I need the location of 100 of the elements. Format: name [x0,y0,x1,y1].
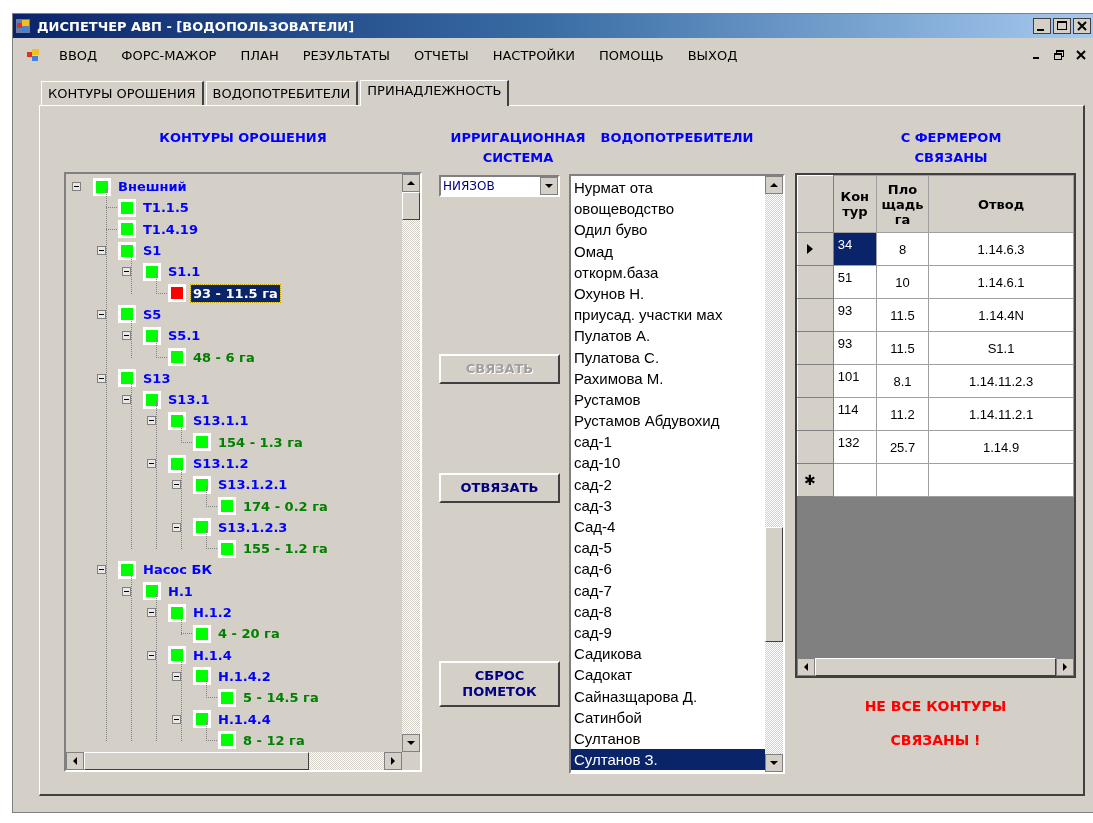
list-item[interactable]: Сатинбой [571,706,765,728]
tree-item[interactable]: S1.1 [166,263,203,281]
list-item[interactable]: сад-2 [571,473,765,495]
column-header[interactable]: Кон тур [833,175,877,233]
contour-tree[interactable] [64,172,422,772]
menu-item[interactable]: ОТЧЕТЫ [401,47,481,63]
scroll-thumb[interactable] [765,527,783,642]
scroll-up-icon[interactable] [402,174,420,192]
column-header[interactable]: Пло щадь га [876,175,929,233]
list-item[interactable]: сад-3 [571,494,765,516]
scroll-up-icon[interactable] [765,176,783,194]
list-item[interactable]: сад-9 [571,621,765,644]
tree-item[interactable]: T1.1.5 [141,199,191,217]
collapse-icon[interactable] [147,459,156,468]
list-item[interactable]: Пулатова С. [571,346,765,368]
app-icon[interactable] [25,47,41,63]
list-item[interactable]: Омад [571,240,765,262]
scroll-thumb[interactable] [402,192,420,220]
horizontal-scrollbar[interactable] [66,752,420,770]
collapse-icon[interactable] [122,395,131,405]
tree-item[interactable]: Внешний [116,178,189,196]
tree-item[interactable]: 93 - 11.5 га [191,284,280,302]
maximize-icon[interactable] [1053,18,1071,34]
dropdown-icon[interactable] [540,177,558,195]
collapse-icon[interactable] [147,416,156,426]
collapse-icon[interactable] [147,608,156,618]
action-button[interactable]: СБРОС ПОМЕТОК [439,661,560,707]
collapse-icon[interactable] [172,480,181,490]
list-item[interactable]: сад-10 [571,452,765,474]
action-button[interactable]: ОТВЯЗАТЬ [439,473,560,503]
tree-item[interactable]: Насос БК [141,561,215,579]
scroll-down-icon[interactable] [765,754,783,772]
list-item[interactable]: Рустамов [571,388,765,411]
vertical-scrollbar[interactable] [402,174,420,752]
tree-item[interactable]: S1 [141,242,164,260]
list-item[interactable]: Сад-4 [571,516,765,538]
scroll-left-icon[interactable] [797,658,815,676]
collapse-icon[interactable] [172,714,181,724]
list-item[interactable]: Пулатов А. [571,325,765,347]
tree-item[interactable]: S13 [141,369,173,387]
collapse-icon[interactable] [122,331,131,341]
list-item[interactable]: сад-6 [571,558,765,580]
tree-item[interactable]: S13.1 [166,391,212,409]
list-item[interactable]: откорм.база [571,261,765,283]
list-item[interactable]: Рахимова М. [571,367,765,389]
collapse-icon[interactable] [72,182,81,192]
list-item[interactable]: Султанов З. [571,749,765,771]
list-item[interactable]: Одил буво [571,219,765,241]
tree-item[interactable]: S5 [141,305,164,323]
tab[interactable]: ПРИНАДЛЕЖНОСТЬ [360,80,510,106]
tree-item[interactable]: S13.1.2.3 [216,518,290,536]
close-icon[interactable] [1075,49,1087,61]
collapse-icon[interactable] [97,373,106,383]
tree-item[interactable]: S13.1.2.1 [216,476,290,494]
menu-item[interactable]: НАСТРОЙКИ [480,47,588,63]
consumer-list[interactable] [569,174,785,774]
tree-item[interactable]: H.1.4.4 [216,710,273,728]
collapse-icon[interactable] [97,309,106,319]
tree-item[interactable]: H.1.2 [191,604,234,622]
tree-item[interactable]: H.1.4.2 [216,667,273,685]
collapse-icon[interactable] [97,246,106,256]
list-item[interactable]: сад-7 [571,579,765,601]
menu-item[interactable]: ВВОД [47,47,110,63]
list-item[interactable]: Нурмат ота [571,177,765,199]
list-item[interactable]: сад-5 [571,537,765,559]
vertical-scrollbar[interactable] [765,176,783,772]
collapse-icon[interactable] [172,522,181,532]
scroll-thumb[interactable] [84,752,309,770]
list-item[interactable]: Садикова [571,643,765,665]
system-dropdown[interactable]: НИЯЗОВ [439,175,560,197]
menu-item[interactable]: ФОРС-МАЖОР [109,47,229,63]
tree-item[interactable]: T1.4.19 [141,220,200,238]
restore-icon[interactable] [1053,49,1065,61]
tree-item[interactable]: S13.1.1 [191,412,251,430]
tab[interactable]: КОНТУРЫ ОРОШЕНИЯ [41,81,204,105]
scroll-right-icon[interactable] [1056,658,1074,676]
menu-item[interactable]: ВЫХОД [675,47,750,63]
list-item[interactable]: овощеводство [571,198,765,220]
list-item[interactable]: Рустамов Абдувохид [571,410,765,432]
column-header[interactable]: Отвод [928,175,1074,233]
collapse-icon[interactable] [97,565,106,575]
collapse-icon[interactable] [172,671,181,681]
close-icon[interactable] [1073,18,1091,34]
collapse-icon[interactable] [122,586,131,596]
list-item[interactable]: сад-8 [571,600,765,622]
scroll-left-icon[interactable] [66,752,84,770]
list-item[interactable]: Охунов Н. [571,282,765,305]
list-item[interactable]: Султанов [571,727,765,750]
list-item[interactable]: приусад. участки мах [571,304,765,326]
row-header[interactable] [797,232,834,266]
menu-item[interactable]: ПОМОЩЬ [587,47,676,63]
scroll-down-icon[interactable] [402,734,420,752]
scroll-right-icon[interactable] [384,752,402,770]
list-item[interactable]: Садокат [571,664,765,686]
tree-item[interactable]: H.1.4 [191,646,234,664]
tab[interactable]: ВОДОПОТРЕБИТЕЛИ [205,81,359,105]
list-item[interactable]: Сайназщарова Д. [571,685,765,707]
menu-item[interactable]: РЕЗУЛЬТАТЫ [290,47,402,63]
minimize-icon[interactable] [1033,18,1051,34]
collapse-icon[interactable] [147,650,156,660]
